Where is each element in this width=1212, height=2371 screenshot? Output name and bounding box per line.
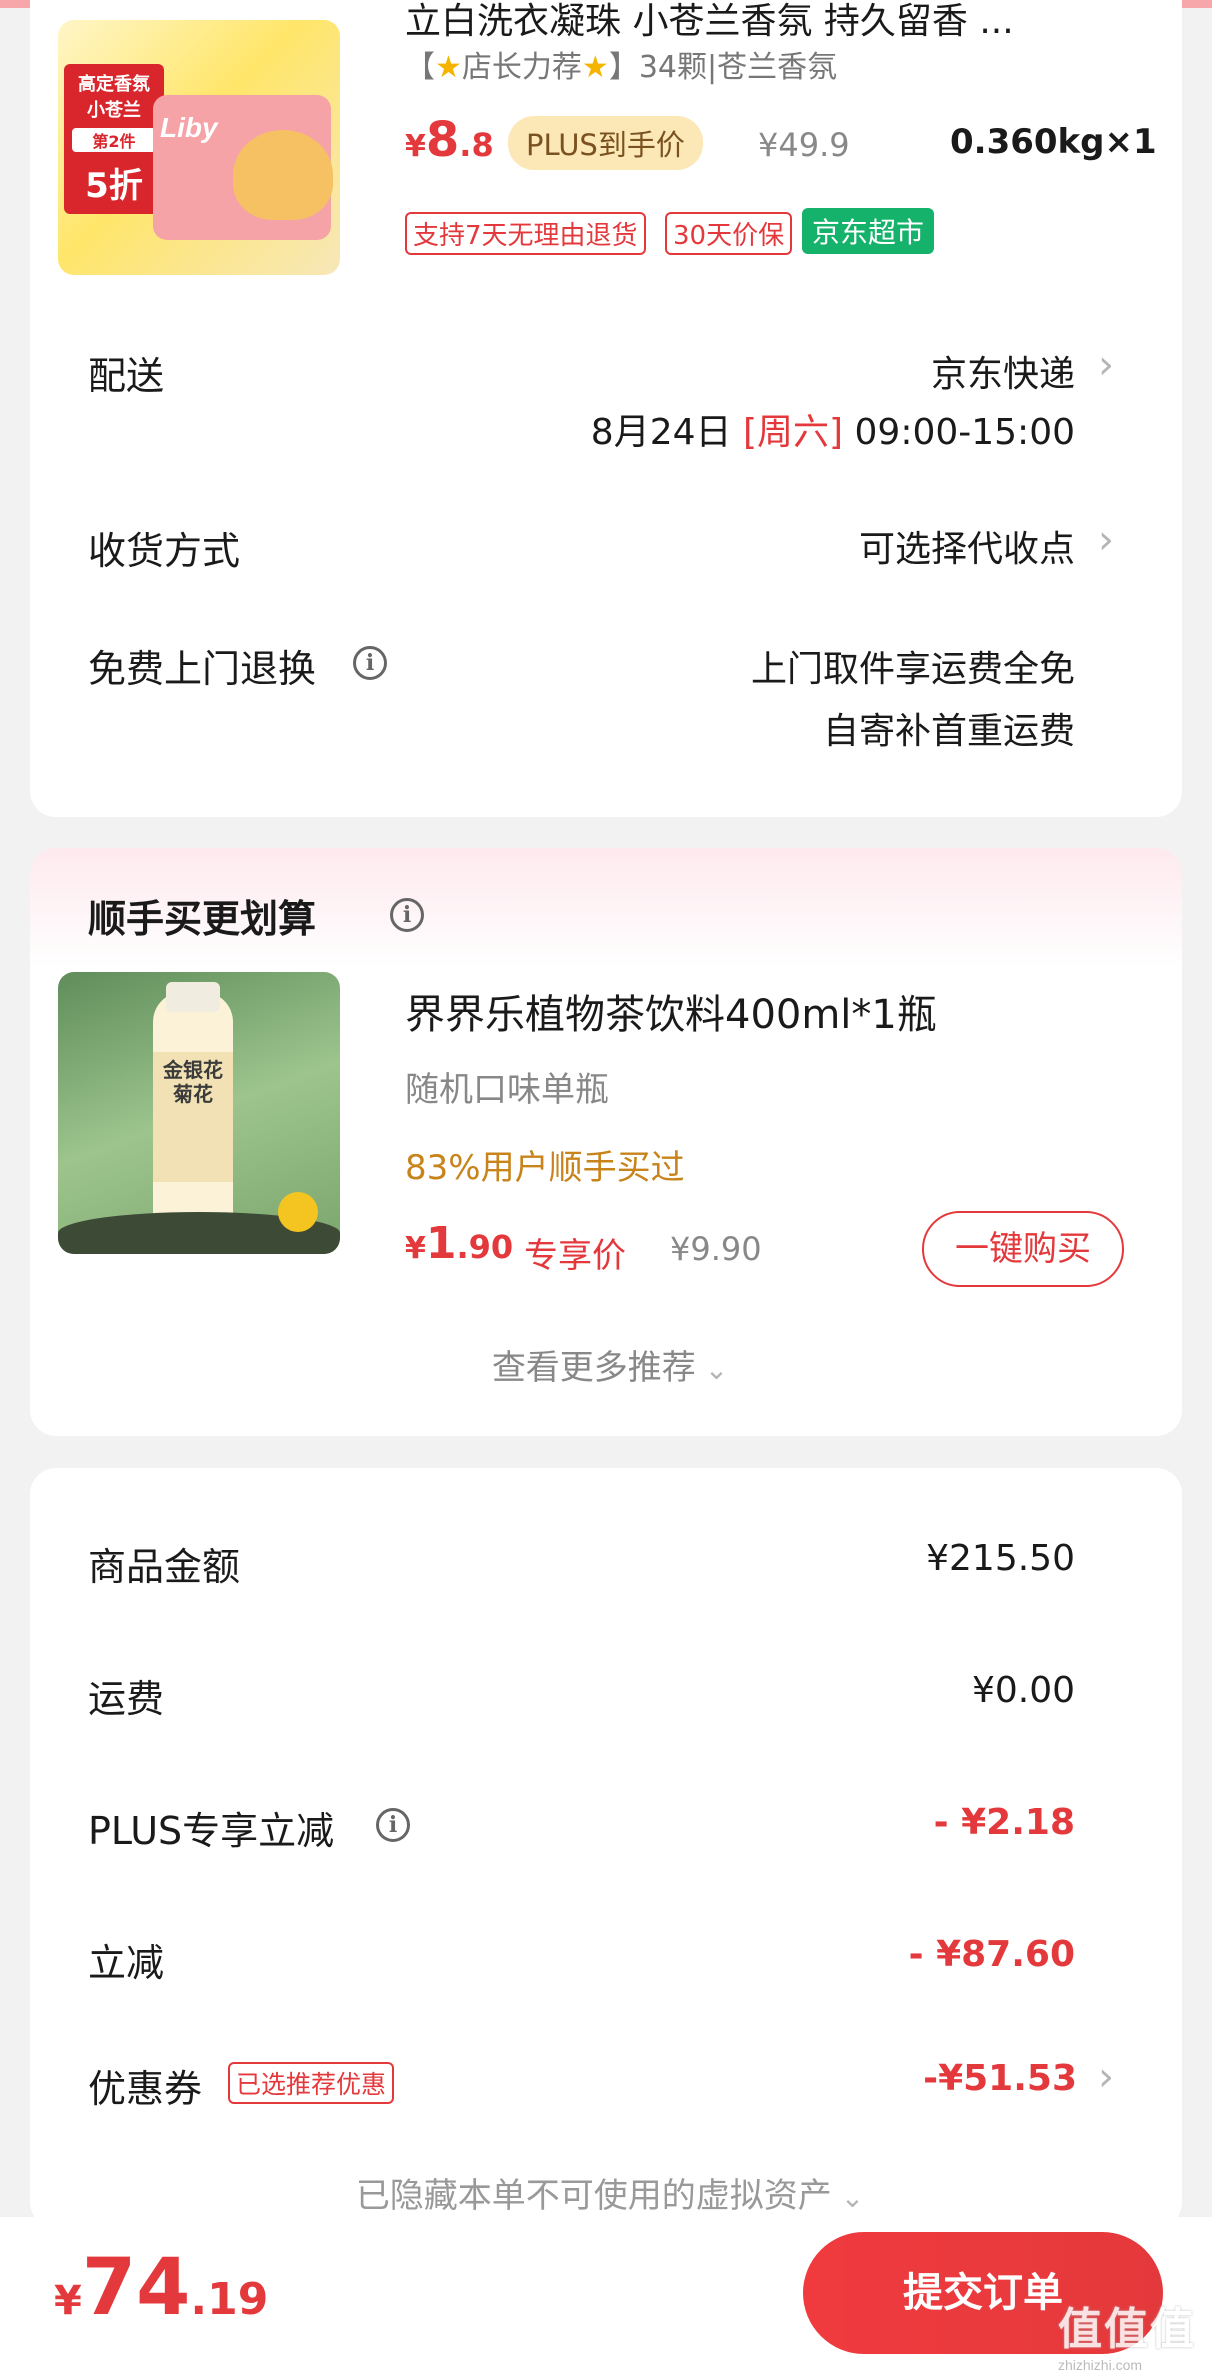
shipping-value: ¥0.00 <box>971 1670 1075 1711</box>
product-price: ¥8.8 <box>405 112 494 168</box>
free-return-line1: 上门取件享运费全免 <box>750 649 1075 690</box>
product-title[interactable]: 立白洗衣凝珠 小苍兰香氛 持久留香 ... <box>405 0 1105 44</box>
product-original-price: ¥49.9 <box>758 126 850 164</box>
addon-original-price: ¥9.90 <box>670 1230 762 1268</box>
free-return-line2: 自寄补首重运费 <box>822 711 1075 752</box>
free-return-label: 免费上门退换 <box>88 647 317 691</box>
star-icon: ★ <box>581 50 609 85</box>
addon-exclusive-label: 专享价 <box>524 1236 626 1276</box>
addon-popularity: 83%用户顺手买过 <box>405 1148 685 1188</box>
plus-discount-value: - ¥2.18 <box>933 1802 1075 1843</box>
instant-discount-label: 立减 <box>88 1941 165 1985</box>
delivery-carrier[interactable]: 京东快递 <box>700 345 1075 397</box>
promo-badge: 高定香氛 小苍兰 第2件 5折 <box>64 64 164 214</box>
receive-method-value[interactable]: 可选择代收点 <box>700 520 1075 572</box>
return-policy-tag: 支持7天无理由退货 <box>405 212 646 255</box>
coupon-value[interactable]: -¥51.53 <box>800 2058 1077 2099</box>
plus-price-pill: PLUS到手价 <box>508 116 703 170</box>
hidden-assets-toggle[interactable]: 已隐藏本单不可使用的虚拟资产 ⌄ <box>320 2168 900 2217</box>
delivery-chevron-icon[interactable]: › <box>1098 342 1114 388</box>
goods-amount-value: ¥215.50 <box>926 1538 1075 1579</box>
receive-method-label: 收货方式 <box>88 529 241 573</box>
info-icon[interactable]: i <box>353 646 387 680</box>
addon-header: 顺手买更划算 <box>88 897 317 941</box>
one-click-buy-button[interactable]: 一键购买 <box>922 1211 1124 1287</box>
price-protect-tag: 30天价保 <box>665 212 793 255</box>
product-recommend: 【★店长力荐★】34颗|苍兰香氛 <box>405 50 838 85</box>
bottle-label: 金银花菊花 <box>153 1052 233 1182</box>
receive-chevron-icon[interactable]: › <box>1098 517 1114 563</box>
chevron-down-icon: ⌄ <box>695 1353 729 1386</box>
addon-price: ¥1.90 <box>405 1218 514 1269</box>
chevron-down-icon: ⌄ <box>831 2181 865 2214</box>
instant-discount-value: - ¥87.60 <box>908 1934 1075 1975</box>
shipping-label: 运费 <box>88 1677 165 1721</box>
product-capsule <box>233 130 333 220</box>
plus-discount-label: PLUS专享立减 <box>88 1809 335 1853</box>
goods-amount-label: 商品金额 <box>88 1545 241 1589</box>
flower-decoration <box>278 1192 318 1232</box>
total-price: ¥74.19 <box>54 2243 269 2333</box>
delivery-time[interactable]: 8月24日 [周六] 09:00-15:00 <box>560 403 1075 455</box>
addon-product-title[interactable]: 界界乐植物茶饮料400ml*1瓶 <box>405 982 937 1040</box>
delivery-label: 配送 <box>88 354 165 398</box>
coupon-label: 优惠券 <box>88 2067 203 2111</box>
view-more-recommend[interactable]: 查看更多推荐 ⌄ <box>470 1340 750 1389</box>
brand-logo: Liby <box>160 112 218 143</box>
info-icon[interactable]: i <box>376 1808 410 1842</box>
bottle-cap <box>166 982 220 1012</box>
coupon-chevron-icon[interactable]: › <box>1098 2054 1114 2100</box>
product-image[interactable]: 高定香氛 小苍兰 第2件 5折 Liby <box>58 20 340 275</box>
site-watermark: 值值值 zhizhizhi.com <box>1058 2304 1196 2371</box>
product-weight-qty: 0.360kg×1 <box>950 122 1157 162</box>
bottom-checkout-bar: ¥74.19 提交订单 <box>0 2217 1212 2371</box>
star-icon: ★ <box>435 50 462 85</box>
product-spec: 34颗|苍兰香氛 <box>638 50 838 85</box>
addon-product-image[interactable]: 金银花菊花 <box>58 972 340 1254</box>
coupon-badge: 已选推荐优惠 <box>228 2062 395 2104</box>
info-icon[interactable]: i <box>390 898 424 932</box>
store-tag: 京东超市 <box>802 208 935 254</box>
addon-product-sub: 随机口味单瓶 <box>405 1070 609 1110</box>
